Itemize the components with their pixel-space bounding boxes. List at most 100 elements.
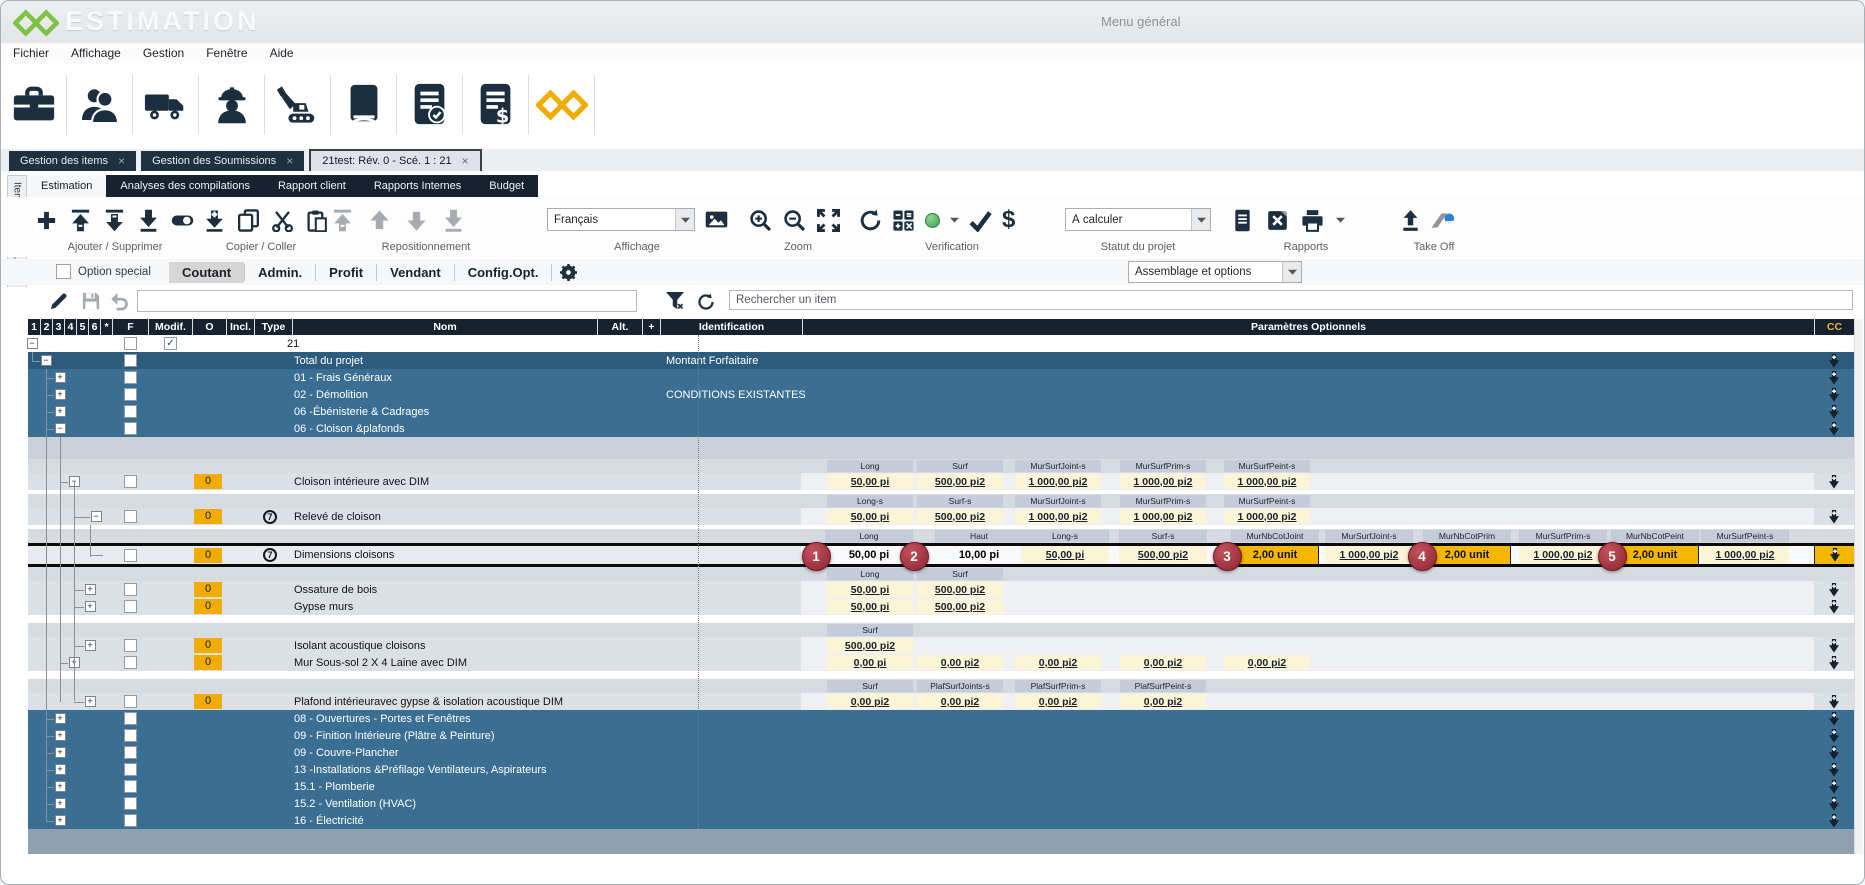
cc-add-button[interactable] [1814,403,1854,420]
column-header-Identification[interactable]: Identification [660,319,802,335]
chevron-down-icon[interactable] [1336,217,1345,223]
param-value[interactable]: 1 000,00 pi2 [1519,546,1607,564]
tab-rapports-internes[interactable]: Rapports Internes [360,175,475,197]
row-labels[interactable]: Long-sSurf-sMurSurfJoint-sMurSurfPrim-sM… [28,494,1854,508]
menu-affichage[interactable]: Affichage [71,46,121,60]
dropdown-button[interactable] [675,209,694,230]
item-search-input[interactable] [729,290,1853,310]
tree-expander[interactable]: − [41,355,52,366]
row-Gypse murs[interactable]: +0Gypse murs50,00 pi500,00 pi2 [28,598,1854,616]
row-labels[interactable]: LongSurf [28,567,1854,581]
column-header-1[interactable]: 1 [28,319,40,335]
cc-add-button[interactable] [1814,812,1854,829]
close-tab-icon[interactable]: × [118,154,125,168]
tree-expander[interactable]: + [55,730,66,741]
catalog-button[interactable] [331,82,396,128]
undo-icon[interactable] [109,291,129,311]
move-down-icon[interactable] [405,209,428,232]
submission-check-button[interactable] [397,82,462,128]
chevron-down-icon[interactable] [950,217,959,223]
row-checkbox[interactable] [124,695,137,708]
tree-expander[interactable]: + [85,601,96,612]
cc-add-button[interactable] [1814,637,1854,654]
row-21[interactable]: −✓21 [28,335,1854,352]
param-value[interactable]: 500,00 pi2 [827,638,913,653]
row-Isolant acoustique cloisons[interactable]: +0Isolant acoustique cloisons500,00 pi2 [28,637,1854,655]
insert-parent-icon[interactable] [69,209,92,232]
cut-icon[interactable] [271,209,294,232]
row-Total du projet[interactable]: −Total du projetMontant Forfaitaire [28,352,1854,370]
recalculate-icon[interactable] [859,209,882,232]
param-value[interactable]: 1 000,00 pi2 [1701,546,1789,564]
move-top-icon[interactable] [331,209,354,232]
tree-expander[interactable]: + [55,406,66,417]
row-09 - Couvre-Plancher[interactable]: +09 - Couvre-Plancher [28,744,1854,762]
row-checkbox[interactable] [124,729,137,742]
cost-dollar-icon[interactable]: $ [1002,209,1015,231]
column-header-O[interactable]: O [192,319,226,335]
param-value[interactable]: 1 000,00 pi2 [1015,509,1101,524]
param-value[interactable]: 500,00 pi2 [1119,546,1207,564]
takeoff-upload-icon[interactable] [1399,209,1422,232]
menu-gestion[interactable]: Gestion [143,46,184,60]
checkbox-box[interactable] [56,264,71,279]
column-header-Incl.[interactable]: Incl. [226,319,254,335]
param-value[interactable]: 0,00 pi2 [1015,655,1101,670]
column-header-6[interactable]: 6 [88,319,100,335]
tab-estimation[interactable]: Estimation [27,175,106,197]
toolbox-button[interactable] [1,82,66,128]
param-value[interactable]: 50,00 pi [827,509,913,524]
tab-rapport-client[interactable]: Rapport client [264,175,360,197]
param-value[interactable]: 0,00 pi2 [1120,694,1206,709]
column-header-F[interactable]: F [112,319,148,335]
cc-add-button[interactable] [1814,761,1854,778]
tree-expander[interactable]: + [85,696,96,707]
gear-icon[interactable] [560,264,577,281]
row-15.2 - Ventilation (HVAC)[interactable]: +15.2 - Ventilation (HVAC) [28,795,1854,813]
row-06 -Ébénisterie & Cadrages[interactable]: +06 -Ébénisterie & Cadrages [28,403,1854,421]
row-checkbox[interactable] [124,405,137,418]
dropdown-button[interactable] [1282,262,1301,282]
row-checkbox[interactable] [124,763,137,776]
validate-check-icon[interactable] [969,209,992,232]
tree-expander[interactable]: + [55,798,66,809]
equipment-button[interactable] [265,82,330,128]
row-checkbox[interactable] [124,814,137,827]
insert-child-icon[interactable] [103,209,126,232]
column-header-4[interactable]: 4 [64,319,76,335]
row-checkbox[interactable] [124,549,137,562]
save-icon[interactable] [81,291,101,311]
tree-expander[interactable]: − [69,476,80,487]
zoom-out-icon[interactable] [783,209,806,232]
vertical-scrollbar[interactable] [1854,319,1863,854]
param-value[interactable]: 0,00 pi2 [1120,655,1206,670]
takeoff-app-icon[interactable] [1430,212,1456,229]
column-header-CC[interactable]: CC [1814,319,1854,335]
filter-icon[interactable] [665,291,685,311]
paste-icon[interactable] [305,209,328,232]
param-value[interactable]: 50,00 pi [1021,546,1109,564]
tab-profit[interactable]: Profit [316,262,376,283]
param-value[interactable]: 0,00 pi [827,655,913,670]
tree-expander[interactable]: − [91,511,102,522]
row-labels[interactable]: Surf [28,623,1854,637]
tree-expander[interactable]: − [27,338,38,349]
workers-button[interactable] [199,82,264,128]
row-15.1 - Plomberie[interactable]: +15.1 - Plomberie [28,778,1854,796]
tree-expander[interactable]: + [85,584,96,595]
close-tab-icon[interactable]: × [286,154,293,168]
row-checkbox[interactable] [124,656,137,669]
cc-add-button[interactable] [1814,693,1854,710]
cc-add-button[interactable] [1814,546,1854,564]
row-checkbox[interactable] [124,354,137,367]
tab-gestion-des-items[interactable]: Gestion des items× [9,151,136,171]
tree-expander[interactable]: + [55,781,66,792]
copy-icon[interactable] [237,209,260,232]
tree-expander[interactable]: + [55,372,66,383]
row-Plafond intérieuravec gypse & isolation acoustique DIM[interactable]: +0Plafond intérieuravec gypse & isolatio… [28,693,1854,711]
cc-add-button[interactable] [1814,473,1854,490]
cc-add-button[interactable] [1814,581,1854,598]
cc-add-button[interactable] [1814,386,1854,403]
add-item-icon[interactable] [35,209,58,232]
param-value[interactable]: 1 000,00 pi2 [1120,474,1206,489]
